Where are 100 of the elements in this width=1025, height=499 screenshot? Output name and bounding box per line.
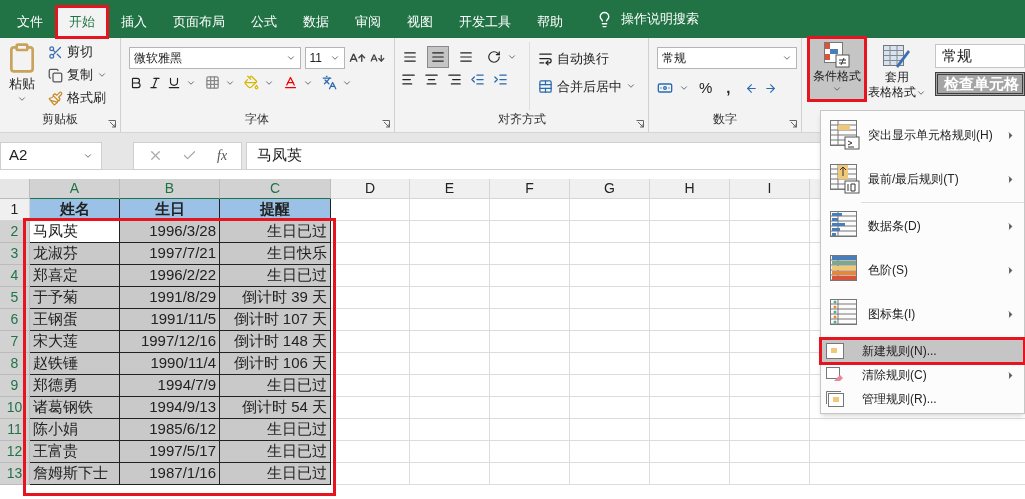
insert-function-button[interactable]: fx	[217, 145, 228, 166]
decrease-decimal-icon[interactable]	[763, 81, 777, 95]
table-cell: 生日已过	[220, 221, 331, 243]
row-header[interactable]: 3	[0, 243, 30, 265]
group-label: 数字	[713, 111, 737, 128]
align-left-icon[interactable]	[401, 72, 417, 87]
column-header[interactable]: F	[490, 179, 570, 199]
row-header[interactable]: 5	[0, 287, 30, 309]
number-format-dropdown[interactable]: 常规	[657, 47, 797, 69]
percent-style-button[interactable]: %	[695, 77, 717, 100]
menu-item[interactable]: 数据条(D)	[821, 204, 1024, 248]
table-cell: 诸葛钢铁	[30, 397, 120, 419]
caret-icon	[97, 70, 107, 80]
table-cell: 郑德勇	[30, 375, 120, 397]
table-cell: 生日已过	[220, 375, 331, 397]
font-size-dropdown[interactable]: 11	[304, 47, 345, 69]
cell-style-swatch[interactable]: 常规	[935, 44, 1025, 68]
ribbon-tab[interactable]: 开发工具	[446, 6, 524, 38]
header-cell: 提醒	[220, 199, 331, 221]
format-painter-button[interactable]: 格式刷	[48, 88, 107, 108]
paste-button[interactable]: 粘贴	[9, 74, 35, 94]
menu-item[interactable]: 管理规则(R)...	[821, 387, 1024, 411]
wrap-text-button[interactable]: 自动换行	[538, 49, 637, 69]
italic-icon[interactable]	[147, 75, 162, 90]
wrap-text-icon	[538, 51, 554, 67]
ribbon-tab[interactable]: 开始	[56, 6, 108, 38]
row-header[interactable]: 6	[0, 309, 30, 331]
ribbon-tab[interactable]: 文件	[4, 6, 56, 38]
ribbon-tab[interactable]: 视图	[394, 6, 446, 38]
row-header[interactable]: 12	[0, 441, 30, 463]
menu-item[interactable]: 新建规则(N)...	[821, 339, 1024, 363]
cut-button[interactable]: 剪切	[48, 42, 107, 62]
dialog-launcher-icon[interactable]	[636, 120, 644, 128]
align-right-icon[interactable]	[447, 72, 463, 87]
dialog-launcher-icon[interactable]	[107, 120, 116, 128]
menu-item[interactable]: 清除规则(C)	[821, 363, 1024, 387]
merge-center-button[interactable]: 合并后居中	[538, 76, 637, 96]
font-color-icon[interactable]	[282, 75, 298, 90]
phonetic-guide-icon[interactable]	[321, 75, 337, 90]
eraser-icon	[826, 367, 844, 383]
ribbon-tab[interactable]: 帮助	[524, 6, 576, 38]
table-cell: 1997/5/17	[120, 441, 220, 463]
conditional-formatting-button[interactable]: 条件格式	[810, 39, 864, 99]
table-cell: 生日快乐	[220, 243, 331, 265]
decrease-indent-icon[interactable]	[470, 72, 486, 87]
ribbon-tab[interactable]: 页面布局	[160, 6, 238, 38]
caret-icon	[507, 52, 518, 62]
table-cell: 生日已过	[220, 419, 331, 441]
row-header[interactable]: 1	[0, 199, 30, 221]
row-header[interactable]: 11	[0, 419, 30, 441]
copy-button[interactable]: 复制	[48, 65, 107, 85]
table-cell: 宋大莲	[30, 331, 120, 353]
group-label: 对齐方式	[497, 111, 546, 128]
ribbon-tab[interactable]: 插入	[108, 6, 160, 38]
row-header[interactable]: 9	[0, 375, 30, 397]
align-center-icon[interactable]	[424, 72, 440, 87]
row-header[interactable]: 8	[0, 353, 30, 375]
fill-color-icon[interactable]	[243, 75, 259, 90]
table-cell: 生日已过	[220, 441, 331, 463]
dialog-launcher-icon[interactable]	[382, 120, 391, 128]
caret-icon	[329, 53, 340, 63]
ribbon-tab[interactable]: 公式	[238, 6, 290, 38]
column-header[interactable]: B	[120, 179, 220, 199]
borders-icon[interactable]	[204, 75, 220, 90]
ribbon-tab[interactable]: 审阅	[342, 6, 394, 38]
comma-style-button[interactable]: ,	[722, 77, 735, 100]
column-header[interactable]: E	[410, 179, 490, 199]
table-cell: 马凤英	[30, 221, 120, 243]
column-header[interactable]: H	[650, 179, 730, 199]
table-cell: 1990/11/4	[120, 353, 220, 375]
align-lines-icon	[459, 50, 474, 64]
tell-me-search[interactable]: 操作说明搜索	[621, 9, 699, 29]
column-header[interactable]: I	[730, 179, 810, 199]
menu-item[interactable]: 色阶(S)	[821, 248, 1024, 292]
dialog-launcher-icon[interactable]	[789, 120, 797, 128]
column-header[interactable]: G	[570, 179, 650, 199]
column-header[interactable]: C	[220, 179, 331, 199]
caret-icon	[285, 53, 296, 63]
highlight-rules-icon	[830, 120, 860, 150]
row-header[interactable]: 10	[0, 397, 30, 419]
align-lines-icon	[431, 50, 446, 64]
row-header[interactable]: 4	[0, 265, 30, 287]
font-name-dropdown[interactable]: 微软雅黑	[128, 47, 301, 69]
row-header[interactable]: 7	[0, 331, 30, 353]
row-header[interactable]: 2	[0, 221, 30, 243]
vertical-align-button[interactable]	[427, 46, 450, 68]
increase-decimal-icon[interactable]	[744, 81, 758, 95]
row-header[interactable]: 13	[0, 463, 30, 485]
table-cell: 陈小娟	[30, 419, 120, 441]
name-box[interactable]: A2	[0, 141, 102, 170]
merge-cells-icon	[538, 78, 554, 94]
column-header[interactable]: D	[331, 179, 410, 199]
orientation-icon[interactable]	[487, 50, 502, 64]
menu-item[interactable]: 图标集(I)	[821, 292, 1024, 336]
conditional-formatting-icon	[822, 41, 852, 69]
increase-indent-icon[interactable]	[493, 72, 509, 87]
ribbon-tab[interactable]: 数据	[290, 6, 342, 38]
underline-icon[interactable]	[166, 75, 181, 90]
table-cell: 生日已过	[220, 463, 331, 485]
column-header[interactable]: A	[30, 179, 120, 199]
